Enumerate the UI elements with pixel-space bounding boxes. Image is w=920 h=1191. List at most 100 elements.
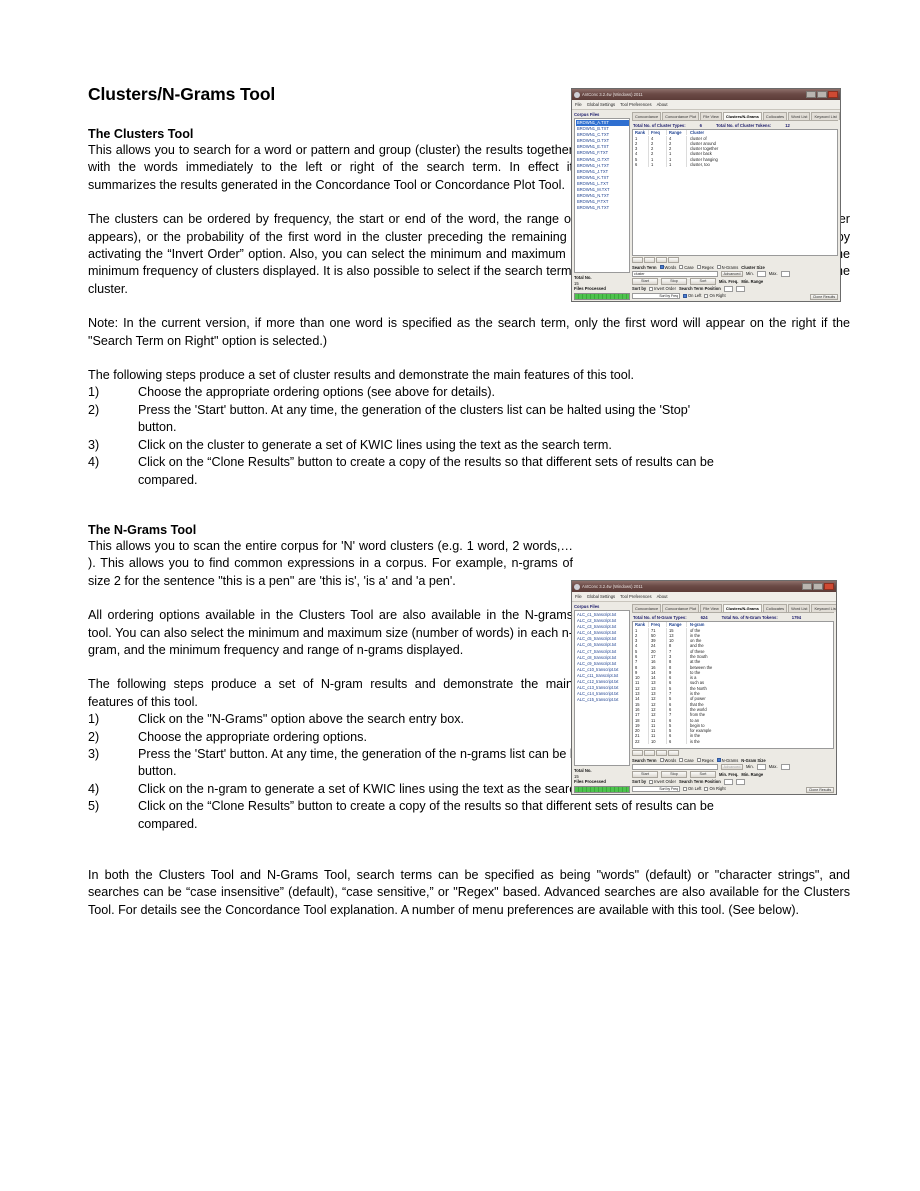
corpus-file-list[interactable]: ALC_c1_transcript.txt ALC_c2_transcript.… [574, 610, 630, 767]
option-ngrams[interactable]: N-Grams [716, 758, 738, 763]
cluster-min-spinner[interactable] [756, 270, 766, 277]
files-processed-label: Files Processed [574, 286, 606, 292]
list-item[interactable]: BROWN1_R.TXT [576, 205, 629, 211]
sort-button[interactable]: Sort [690, 278, 716, 285]
option-invert-order[interactable]: Invert Order [649, 779, 676, 784]
option-on-left[interactable]: On Left [683, 786, 701, 791]
menu-item-tool-preferences[interactable]: Tool Preferences [620, 102, 651, 107]
ngram-min-spinner[interactable] [756, 763, 766, 770]
menu-item-tool-preferences[interactable]: Tool Preferences [620, 594, 651, 599]
option-label: Regex [701, 264, 714, 270]
menu-item-file[interactable]: File [575, 594, 582, 599]
option-on-left[interactable]: On Left [683, 293, 701, 298]
advanced-button[interactable]: Advanced [721, 270, 743, 277]
option-words[interactable]: Words [659, 265, 676, 270]
table-row[interactable]: 6 1 1 cluster, too [633, 161, 837, 168]
tab-word-list[interactable]: Word List [788, 604, 811, 612]
toolbar-button-1[interactable] [632, 749, 643, 756]
tab-concordance-plot[interactable]: Concordance Plot [662, 604, 700, 612]
option-words[interactable]: Words [659, 758, 676, 763]
step-number-blank [88, 816, 138, 833]
ngram-max-spinner[interactable] [780, 763, 790, 770]
tab-word-list[interactable]: Word List [788, 112, 811, 120]
tab-keyword-list[interactable]: Keyword List [811, 604, 836, 612]
clone-results-button[interactable]: Clone Results [810, 293, 838, 300]
corpus-files-label: Corpus Files [574, 604, 600, 609]
step-number-blank [88, 419, 138, 436]
toolbar-button-2[interactable] [644, 749, 655, 756]
app-icon [574, 583, 580, 590]
checkbox-icon [716, 265, 721, 269]
step-number: 5) [88, 799, 100, 814]
start-button[interactable]: Start [632, 771, 658, 778]
column-header-freq: Freq [649, 130, 667, 135]
toolbar-button-2[interactable] [644, 256, 655, 263]
search-input[interactable]: cluster [632, 270, 718, 277]
min-freq-spinner[interactable] [723, 778, 733, 785]
stop-button[interactable]: Stop [661, 278, 687, 285]
step-text-continuation: compared. [138, 816, 198, 831]
toolbar-button-4[interactable] [668, 749, 679, 756]
toolbar-button-4[interactable] [668, 256, 679, 263]
menu-item-about[interactable]: About [657, 102, 668, 107]
sort-button[interactable]: Sort [690, 771, 716, 778]
step-text: Click on the cluster to generate a set o… [138, 437, 612, 452]
sort-by-select[interactable]: Sort by Freq [632, 785, 680, 792]
option-invert-order[interactable]: Invert Order [649, 286, 676, 291]
close-icon[interactable] [824, 583, 834, 590]
option-on-right[interactable]: On Right [704, 786, 726, 791]
tab-concordance[interactable]: Concordance [632, 604, 662, 612]
min-freq-spinner[interactable] [723, 285, 733, 292]
tab-file-view[interactable]: File View [700, 112, 722, 120]
menu-bar: File Global Settings Tool Preferences Ab… [572, 100, 840, 110]
search-input[interactable] [632, 763, 718, 770]
files-processed-progressbar [574, 786, 630, 793]
checkbox-icon [716, 758, 721, 762]
maximize-icon[interactable] [813, 583, 823, 590]
tab-concordance-plot[interactable]: Concordance Plot [662, 112, 700, 120]
clone-results-button[interactable]: Clone Results [806, 786, 834, 793]
min-range-spinner[interactable] [735, 285, 745, 292]
search-input-row: Advanced Min. Max. [632, 763, 834, 770]
toolbar-button-3[interactable] [656, 256, 667, 263]
option-case[interactable]: Case [679, 758, 694, 763]
toolbar-button-1[interactable] [632, 256, 643, 263]
menu-item-file[interactable]: File [575, 102, 582, 107]
option-case[interactable]: Case [679, 265, 694, 270]
toolbar-button-3[interactable] [656, 749, 667, 756]
total-types-value: 624 [700, 614, 708, 620]
stop-button[interactable]: Stop [661, 771, 687, 778]
cluster-max-spinner[interactable] [780, 270, 790, 277]
option-on-right[interactable]: On Right [704, 293, 726, 298]
start-button[interactable]: Start [632, 278, 658, 285]
option-regex[interactable]: Regex [696, 758, 714, 763]
min-range-label: Min. Range [741, 771, 764, 777]
minimize-icon[interactable] [802, 583, 812, 590]
menu-item-about[interactable]: About [657, 594, 668, 599]
min-range-spinner[interactable] [735, 778, 745, 785]
minimize-icon[interactable] [806, 91, 816, 98]
corpus-file-list[interactable]: BROWN1_A.TXT BROWN1_B.TXT BROWN1_C.TXT B… [574, 118, 630, 274]
tab-collocates[interactable]: Collocates [762, 604, 788, 612]
checkbox-icon [649, 286, 654, 291]
close-icon[interactable] [828, 91, 838, 98]
cluster-results-table[interactable]: Rank Freq Range Cluster 1 4 4 cluster of… [632, 128, 838, 256]
option-ngrams[interactable]: N-Grams [716, 265, 738, 270]
sort-by-select[interactable]: Sort by Freq [632, 292, 680, 299]
ngram-results-table[interactable]: Rank Freq Range N-gram 1 71 15 of the 2 50 13… [632, 620, 834, 749]
cell-range: 1 [667, 161, 687, 168]
tab-file-view[interactable]: File View [700, 604, 722, 612]
menu-item-global-settings[interactable]: Global Settings [587, 594, 615, 599]
advanced-button[interactable]: Advanced [721, 763, 743, 770]
option-regex[interactable]: Regex [696, 264, 714, 270]
tab-concordance[interactable]: Concordance [632, 112, 662, 120]
tab-collocates[interactable]: Collocates [762, 112, 788, 120]
tab-keyword-list[interactable]: Keyword List [811, 112, 840, 120]
search-term-position-label: Search Term Position [678, 779, 721, 784]
tab-clusters-ngrams[interactable]: Clusters/N-Grams [722, 604, 762, 612]
maximize-icon[interactable] [817, 91, 827, 98]
table-row[interactable]: 22 10 6 is the [633, 738, 833, 745]
list-item[interactable]: ALC_c15_transcript.txt [576, 697, 629, 703]
menu-item-global-settings[interactable]: Global Settings [587, 102, 615, 107]
tab-clusters-ngrams[interactable]: Clusters/N-Grams [722, 112, 762, 120]
